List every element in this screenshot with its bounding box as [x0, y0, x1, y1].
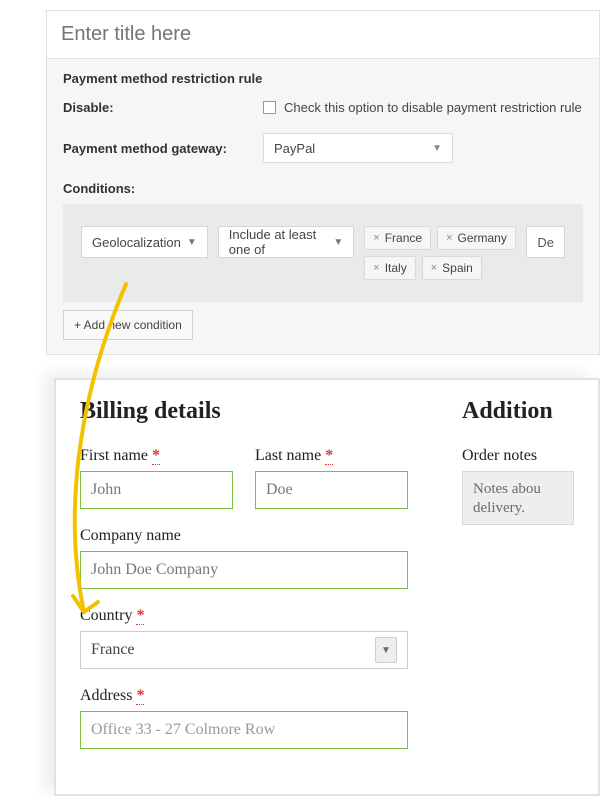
close-icon[interactable]: × — [431, 262, 437, 274]
disable-row: Disable: Check this option to disable pa… — [63, 100, 583, 115]
required-asterisk: * — [136, 607, 144, 625]
condition-extra-button[interactable]: De — [526, 226, 565, 258]
required-asterisk: * — [136, 687, 144, 705]
country-field: Country * France ▼ — [80, 607, 408, 669]
condition-field-value: Geolocalization — [92, 235, 181, 250]
condition-field-select[interactable]: Geolocalization ▼ — [81, 226, 208, 258]
conditions-label-row: Conditions: — [63, 181, 583, 196]
tag-france[interactable]: ×France — [364, 226, 431, 250]
tag-spain[interactable]: ×Spain — [422, 256, 482, 280]
last-name-label: Last name * — [255, 447, 408, 465]
address-input[interactable] — [80, 711, 408, 749]
close-icon[interactable]: × — [446, 232, 452, 244]
disable-hint: Check this option to disable payment res… — [284, 100, 582, 115]
condition-operator-select[interactable]: Include at least one of ▼ — [218, 226, 354, 258]
post-title-input[interactable] — [47, 11, 599, 58]
gateway-label: Payment method gateway: — [63, 141, 263, 156]
condition-tags[interactable]: ×France ×Germany ×Italy ×Spain — [364, 226, 516, 280]
order-notes-label: Order notes — [462, 447, 574, 465]
additional-column: Addition Order notes Notes abou delivery… — [462, 398, 574, 749]
country-select[interactable]: France ▼ — [80, 631, 408, 669]
add-condition-button[interactable]: + Add new condition — [63, 310, 193, 340]
checkout-panel: Billing details First name * Last name *… — [54, 378, 600, 796]
address-field: Address * — [80, 687, 408, 749]
close-icon[interactable]: × — [373, 232, 379, 244]
company-input[interactable] — [80, 551, 408, 589]
chevron-down-icon: ▼ — [187, 237, 197, 248]
billing-heading: Billing details — [80, 398, 408, 425]
required-asterisk: * — [325, 447, 333, 465]
conditions-box: Geolocalization ▼ Include at least one o… — [63, 204, 583, 302]
tag-germany[interactable]: ×Germany — [437, 226, 516, 250]
country-value: France — [91, 641, 135, 659]
rule-metabox: Payment method restriction rule Disable:… — [47, 58, 599, 354]
last-name-input[interactable] — [255, 471, 408, 509]
first-name-input[interactable] — [80, 471, 233, 509]
last-name-field: Last name * — [255, 447, 408, 509]
billing-column: Billing details First name * Last name *… — [80, 398, 408, 749]
disable-label: Disable: — [63, 100, 263, 115]
chevron-down-icon: ▼ — [432, 143, 442, 154]
close-icon[interactable]: × — [373, 262, 379, 274]
rule-heading: Payment method restriction rule — [63, 71, 583, 86]
chevron-down-icon: ▼ — [333, 237, 343, 248]
company-label: Company name — [80, 527, 408, 545]
gateway-value: PayPal — [274, 141, 315, 156]
country-label: Country * — [80, 607, 408, 625]
tag-italy[interactable]: ×Italy — [364, 256, 415, 280]
disable-checkbox[interactable] — [263, 101, 276, 114]
conditions-label: Conditions: — [63, 181, 263, 196]
condition-operator-value: Include at least one of — [229, 227, 328, 257]
gateway-row: Payment method gateway: PayPal ▼ — [63, 133, 583, 163]
first-name-label: First name * — [80, 447, 233, 465]
company-field: Company name — [80, 527, 408, 589]
address-label: Address * — [80, 687, 408, 705]
gateway-select[interactable]: PayPal ▼ — [263, 133, 453, 163]
required-asterisk: * — [152, 447, 160, 465]
admin-panel: Payment method restriction rule Disable:… — [46, 10, 600, 355]
additional-heading: Addition — [462, 398, 574, 425]
first-name-field: First name * — [80, 447, 233, 509]
order-notes-textarea[interactable]: Notes abou delivery. — [462, 471, 574, 525]
chevron-down-icon: ▼ — [375, 637, 397, 663]
